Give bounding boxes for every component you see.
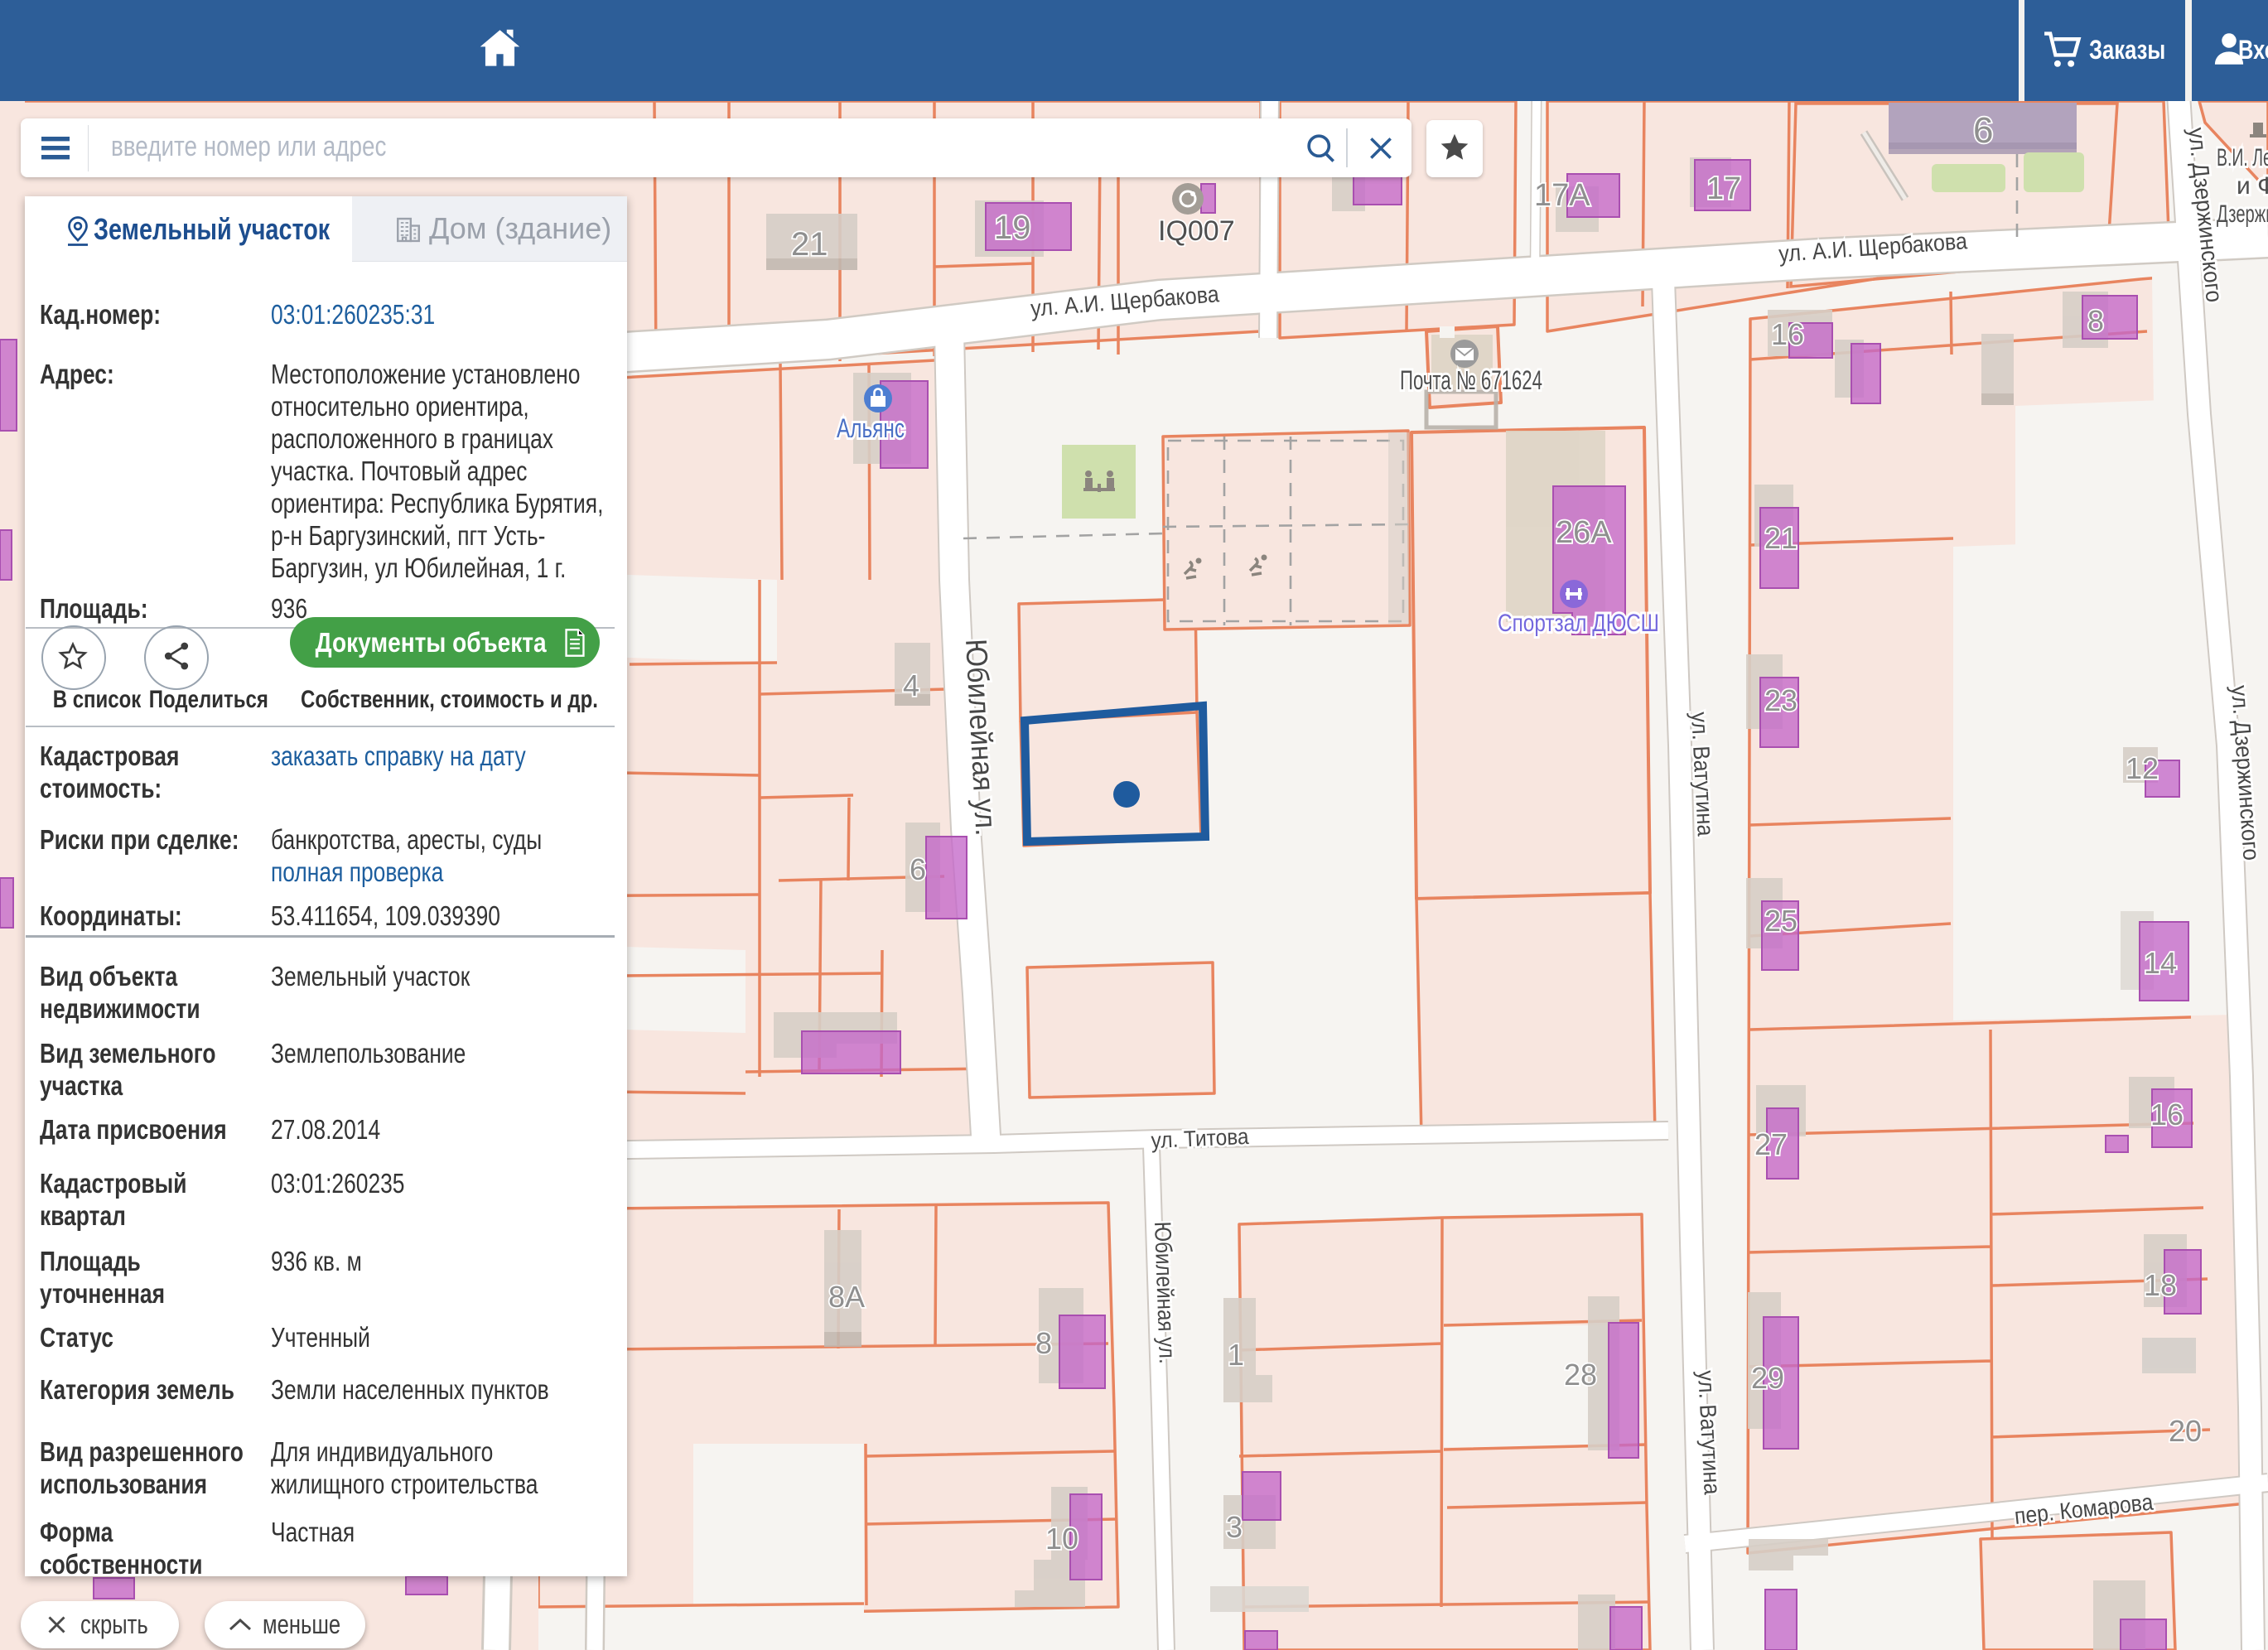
svg-text:ул. Титова: ул. Титова [1151, 1124, 1250, 1153]
svg-text:8: 8 [2087, 304, 2104, 338]
svg-text:26А: 26А [1556, 515, 1612, 550]
svg-text:10: 10 [1045, 1522, 1079, 1556]
svg-text:27: 27 [1754, 1127, 1788, 1161]
svg-text:3: 3 [1226, 1510, 1243, 1544]
svg-text:23: 23 [1764, 683, 1798, 717]
svg-text:IQ007: IQ007 [1158, 215, 1235, 247]
svg-text:16: 16 [2150, 1098, 2184, 1131]
svg-text:20: 20 [2169, 1414, 2202, 1448]
svg-text:8А: 8А [828, 1280, 865, 1314]
svg-text:12: 12 [2126, 751, 2159, 785]
svg-text:18: 18 [2144, 1268, 2177, 1302]
svg-text:29: 29 [1751, 1361, 1784, 1395]
svg-text:8: 8 [1035, 1326, 1052, 1360]
svg-text:19: 19 [994, 210, 1031, 246]
svg-text:и Ф.: и Ф. [2237, 172, 2268, 200]
svg-text:6: 6 [910, 852, 926, 886]
svg-text:1: 1 [1228, 1338, 1244, 1372]
svg-text:14: 14 [2144, 946, 2177, 980]
svg-text:Спортзал ДЮСШ: Спортзал ДЮСШ [1498, 610, 1659, 637]
svg-text:21: 21 [791, 226, 828, 263]
svg-text:Почта № 671624: Почта № 671624 [1400, 365, 1542, 395]
svg-text:21: 21 [1764, 521, 1798, 555]
svg-text:Дзержинского: Дзержинского [2217, 200, 2268, 228]
svg-text:6: 6 [1973, 110, 1993, 151]
svg-text:17А: 17А [1534, 178, 1590, 213]
svg-text:В.И. Ленина: В.И. Ленина [2217, 144, 2268, 171]
svg-text:Юбилейная ул.: Юбилейная ул. [1150, 1221, 1180, 1364]
svg-text:16: 16 [1771, 317, 1804, 351]
svg-text:17: 17 [1706, 171, 1741, 206]
svg-text:4: 4 [903, 668, 919, 702]
svg-text:28: 28 [1564, 1358, 1597, 1392]
svg-text:25: 25 [1764, 904, 1798, 938]
svg-text:Альянс: Альянс [837, 413, 905, 443]
